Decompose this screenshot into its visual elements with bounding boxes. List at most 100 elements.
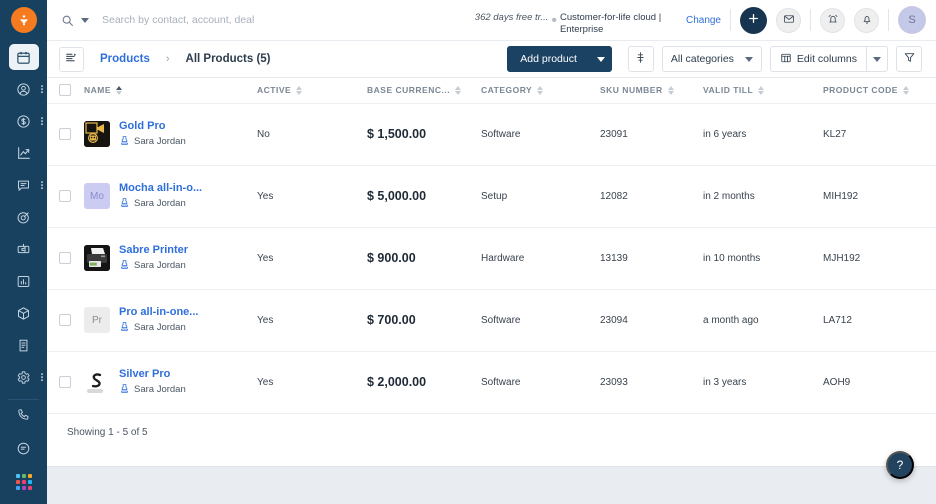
row-checkbox[interactable]	[59, 190, 71, 202]
product-name-link[interactable]: Silver Pro	[119, 368, 186, 380]
row-checkbox[interactable]	[59, 128, 71, 140]
top-header: 362 days free tr... • Customer-for-life …	[47, 0, 936, 41]
column-header-active[interactable]: ACTIVE	[257, 78, 367, 104]
product-owner: Sara Jordan	[119, 321, 198, 335]
edit-columns-dropdown-button[interactable]	[866, 46, 888, 72]
user-avatar[interactable]: S	[898, 6, 926, 34]
sidebar-item-apps[interactable]	[0, 466, 47, 498]
column-label: NAME	[84, 85, 112, 96]
sidebar-item-reports[interactable]	[0, 265, 47, 297]
sidebar-item-deals[interactable]	[0, 105, 47, 137]
sidebar-more-dots[interactable]	[41, 85, 43, 93]
list-toolbar: Products › All Products (5) Add product …	[47, 41, 936, 78]
sidebar-item-campaigns[interactable]	[0, 233, 47, 265]
sidebar-item-contacts[interactable]	[0, 73, 47, 105]
search-input[interactable]	[102, 14, 382, 26]
funnel-icon	[903, 51, 916, 67]
sidebar-item-analytics[interactable]	[0, 137, 47, 169]
cell-sku: 23094	[600, 289, 703, 352]
table-row[interactable]: Mo Mocha all-in-o... Sara Jordan Yes $ 5,000…	[47, 165, 936, 228]
sort-icon[interactable]	[667, 85, 674, 95]
sort-icon[interactable]	[758, 85, 765, 95]
mail-button[interactable]	[776, 7, 801, 33]
sidebar-item-products[interactable]	[0, 297, 47, 329]
add-product-split-button: Add product	[507, 46, 620, 72]
owner-name: Sara Jordan	[134, 198, 186, 209]
phone-icon	[9, 401, 39, 427]
products-table-container: NAME ACTIVE BASE CURRENC... CATEGORY SKU…	[47, 78, 936, 466]
sort-icon[interactable]	[537, 85, 544, 95]
product-name-link[interactable]: Gold Pro	[119, 120, 186, 132]
sort-icon[interactable]	[296, 85, 303, 95]
row-checkbox[interactable]	[59, 252, 71, 264]
stamp-icon	[119, 259, 130, 273]
category-filter-value: All categories	[670, 53, 734, 65]
header-divider	[888, 9, 889, 31]
search-scope-caret-icon[interactable]	[81, 17, 89, 23]
alarm-button[interactable]	[820, 7, 845, 33]
cell-category: Hardware	[481, 227, 600, 290]
pagination-summary: Showing 1 - 5 of 5	[47, 413, 936, 452]
sidebar-item-phone[interactable]	[0, 398, 47, 430]
edit-columns-split-button: Edit columns	[769, 46, 888, 72]
sidebar-item-calendar[interactable]	[0, 41, 47, 73]
column-header-price[interactable]: BASE CURRENC...	[367, 78, 481, 104]
table-header-row: NAME ACTIVE BASE CURRENC... CATEGORY SKU…	[47, 78, 936, 104]
app-logo[interactable]	[10, 7, 37, 33]
product-image-robot	[84, 121, 110, 147]
select-all-checkbox[interactable]	[59, 84, 71, 97]
avatar-initial: S	[908, 14, 916, 26]
breadcrumb-products-link[interactable]: Products	[100, 53, 150, 65]
product-name-link[interactable]: Sabre Printer	[119, 244, 188, 256]
breadcrumb-current: All Products (5)	[185, 53, 271, 65]
notifications-button[interactable]	[854, 7, 879, 33]
cell-product-code: MJH192	[823, 227, 936, 290]
help-button[interactable]: ?	[886, 451, 914, 479]
cell-name: Sabre Printer Sara Jordan	[84, 227, 257, 290]
sort-icon[interactable]	[116, 85, 123, 95]
search-icon[interactable]	[61, 14, 74, 27]
sidebar-more-dots[interactable]	[41, 117, 43, 125]
row-checkbox[interactable]	[59, 314, 71, 326]
global-search[interactable]	[61, 14, 382, 27]
product-name-link[interactable]: Pro all-in-one...	[119, 306, 198, 318]
column-header-valid-till[interactable]: VALID TILL	[703, 78, 823, 104]
stamp-icon	[119, 135, 130, 149]
sidebar-item-conversations[interactable]	[0, 169, 47, 201]
view-settings-button[interactable]	[627, 46, 654, 72]
add-product-dropdown-button[interactable]	[589, 46, 612, 72]
add-new-button[interactable]	[740, 6, 767, 34]
chevron-down-icon	[873, 56, 881, 62]
product-name-link[interactable]: Mocha all-in-o...	[119, 182, 202, 194]
table-row[interactable]: Silver Pro Sara Jordan Yes $ 2,000.00 Softwa…	[47, 351, 936, 414]
column-header-name[interactable]: NAME	[84, 78, 257, 104]
column-header-category[interactable]: CATEGORY	[481, 78, 600, 104]
column-header-sku[interactable]: SKU NUMBER	[600, 78, 703, 104]
showing-count-label: Showing 1 - 5 of 5	[67, 427, 148, 438]
add-product-button[interactable]: Add product	[507, 46, 590, 72]
edit-columns-button[interactable]: Edit columns	[769, 46, 866, 72]
sidebar-bottom-group	[0, 398, 47, 498]
sort-icon[interactable]	[902, 85, 909, 95]
cell-sku: 23091	[600, 103, 703, 166]
sidebar-item-settings[interactable]	[0, 361, 47, 393]
sidebar-more-dots[interactable]	[41, 181, 43, 189]
list-view-toggle[interactable]	[59, 46, 84, 72]
sidebar-item-documents[interactable]	[0, 329, 47, 361]
sidebar-item-notes[interactable]	[0, 432, 47, 464]
sidebar-item-goals[interactable]	[0, 201, 47, 233]
table-row[interactable]: Gold Pro Sara Jordan No $ 1,500.00 Software 2…	[47, 103, 936, 166]
product-image-s-mark	[84, 369, 110, 395]
column-header-product-code[interactable]: PRODUCT CODE	[823, 78, 936, 104]
column-label: BASE CURRENC...	[367, 85, 451, 96]
row-checkbox[interactable]	[59, 376, 71, 388]
table-row[interactable]: Sabre Printer Sara Jordan Yes $ 900.00 Hardw…	[47, 227, 936, 290]
table-row[interactable]: Pr Pro all-in-one... Sara Jordan Yes $ 700.0…	[47, 289, 936, 352]
filter-button[interactable]	[896, 46, 922, 72]
sort-icon[interactable]	[455, 85, 462, 95]
change-plan-link[interactable]: Change	[686, 15, 721, 26]
table-header: NAME ACTIVE BASE CURRENC... CATEGORY SKU…	[47, 78, 936, 104]
category-filter-select[interactable]: All categories	[661, 46, 762, 72]
trial-days-label: 362 days free tr...	[474, 12, 549, 23]
sidebar-more-dots[interactable]	[41, 373, 43, 381]
